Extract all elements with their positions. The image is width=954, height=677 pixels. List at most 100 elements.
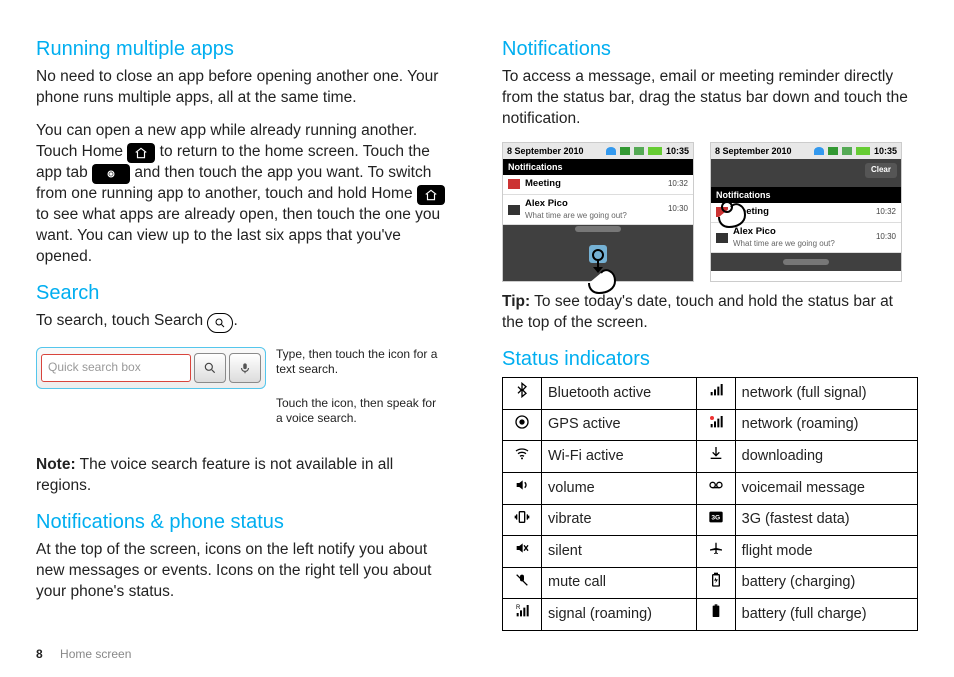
- drag-handle-icon[interactable]: [575, 226, 621, 232]
- tip-status-bar: Tip: To see today's date, touch and hold…: [502, 292, 918, 334]
- notif-subtext: What time are we going out?: [733, 239, 876, 250]
- status-time: 10:35: [874, 145, 897, 157]
- note-label: Note:: [36, 456, 76, 473]
- status-date: 8 September 2010: [715, 145, 792, 157]
- search-input[interactable]: Quick search box: [41, 354, 191, 382]
- shade-title: Notifications: [503, 159, 693, 175]
- flight-icon: [696, 536, 735, 568]
- notif-time: 10:30: [876, 232, 896, 243]
- drag-handle-icon[interactable]: [783, 259, 829, 265]
- left-column: Running multiple apps No need to close a…: [36, 30, 452, 657]
- tip-text: To see today's date, touch and hold the …: [502, 293, 893, 331]
- threeg-icon: 3G: [696, 504, 735, 536]
- volume-icon: [503, 473, 542, 505]
- status-date: 8 September 2010: [507, 145, 584, 157]
- notif-label: Alex Pico: [525, 198, 668, 211]
- search-box-illustration: Quick search box Type, then touch the ic…: [36, 347, 452, 445]
- mail-status-icon: [828, 147, 838, 155]
- mail-status-icon: [620, 147, 630, 155]
- bluetooth-icon: [503, 378, 542, 410]
- status-row: mute call battery (charging): [503, 567, 918, 599]
- calendar-icon: [508, 179, 520, 189]
- battery-icon: [856, 147, 870, 155]
- status-label: silent: [542, 536, 697, 568]
- status-label: battery (charging): [735, 567, 917, 599]
- status-row: silent flight mode: [503, 536, 918, 568]
- heading-notifications: Notifications: [502, 36, 918, 63]
- notification-meeting[interactable]: Meeting 10:32: [711, 203, 901, 223]
- status-label: Wi-Fi active: [542, 441, 697, 473]
- status-label: vibrate: [542, 504, 697, 536]
- para-running-2: You can open a new app while already run…: [36, 121, 452, 268]
- svg-text:3G: 3G: [711, 514, 720, 521]
- status-label: mute call: [542, 567, 697, 599]
- mail-icon: [508, 205, 520, 215]
- notif-label: Meeting: [525, 178, 668, 191]
- heading-notif-status: Notifications & phone status: [36, 509, 452, 536]
- status-row: Bluetooth active network (full signal): [503, 378, 918, 410]
- status-bar: 8 September 2010 10:35: [503, 143, 693, 159]
- notif-time: 10:32: [876, 207, 896, 218]
- status-label: battery (full charge): [735, 599, 917, 631]
- heading-search: Search: [36, 280, 452, 307]
- status-label: network (roaming): [735, 409, 917, 441]
- status-label: downloading: [735, 441, 917, 473]
- touch-gesture-icon: [713, 201, 753, 244]
- tip-label: Tip:: [502, 293, 530, 310]
- status-label: voicemail message: [735, 473, 917, 505]
- status-label: 3G (fastest data): [735, 504, 917, 536]
- right-column: Notifications To access a message, email…: [502, 30, 918, 657]
- voice-search-button[interactable]: [229, 353, 261, 383]
- status-label: flight mode: [735, 536, 917, 568]
- quick-search-box[interactable]: Quick search box: [36, 347, 266, 389]
- status-label: signal (roaming): [542, 599, 697, 631]
- para-search: To search, touch Search .: [36, 311, 452, 333]
- shade-handle-area[interactable]: [503, 225, 693, 281]
- home-icon: [417, 185, 445, 205]
- wifi-icon: [814, 147, 824, 155]
- svg-text:R: R: [516, 605, 521, 611]
- annotation-voice-search: Touch the icon, then speak for a voice s…: [276, 396, 446, 427]
- phone-screenshot-1: 8 September 2010 10:35 Notifications Mee…: [502, 142, 694, 283]
- status-bar: 8 September 2010 10:35: [711, 143, 901, 159]
- page-number: 8: [36, 647, 43, 661]
- home-icon: [127, 143, 155, 163]
- status-row: GPS activenetwork (roaming): [503, 409, 918, 441]
- signal-icon: [696, 378, 735, 410]
- signal-roam-icon: [696, 409, 735, 441]
- search-annotations: Type, then touch the icon for a text sea…: [276, 347, 446, 445]
- status-label: volume: [542, 473, 697, 505]
- clear-button[interactable]: Clear: [865, 163, 897, 178]
- phone-screenshots: 8 September 2010 10:35 Notifications Mee…: [502, 142, 918, 283]
- mute-icon: [503, 567, 542, 599]
- status-time: 10:35: [666, 145, 689, 157]
- note-voice-search: Note: The voice search feature is not av…: [36, 455, 452, 497]
- roam-sig-icon: R: [503, 599, 542, 631]
- notif-label: Meeting: [733, 206, 876, 219]
- bat-chg-icon: [696, 567, 735, 599]
- search-icon: [207, 313, 233, 333]
- voicemail-icon: [696, 473, 735, 505]
- silent-icon: [503, 536, 542, 568]
- status-row: vibrate 3G 3G (fastest data): [503, 504, 918, 536]
- signal-icon: [842, 147, 852, 155]
- gps-icon: [503, 409, 542, 441]
- notification-meeting[interactable]: Meeting 10:32: [503, 175, 693, 195]
- status-label: network (full signal): [735, 378, 917, 410]
- signal-icon: [634, 147, 644, 155]
- search-button[interactable]: [194, 353, 226, 383]
- text: .: [233, 312, 237, 329]
- heading-running-apps: Running multiple apps: [36, 36, 452, 63]
- wifi-icon: [606, 147, 616, 155]
- notification-message[interactable]: Alex Pico What time are we going out? 10…: [503, 195, 693, 226]
- text: to see what apps are already open, then …: [36, 206, 440, 265]
- para-running-1: No need to close an app before opening a…: [36, 67, 452, 109]
- status-row: Wi-Fi active downloading: [503, 441, 918, 473]
- footer-section: Home screen: [60, 647, 131, 661]
- notif-time: 10:32: [668, 179, 688, 190]
- para-notif-status: At the top of the screen, icons on the l…: [36, 540, 452, 603]
- notif-time: 10:30: [668, 204, 688, 215]
- status-label: Bluetooth active: [542, 378, 697, 410]
- bat-full-icon: [696, 599, 735, 631]
- notif-subtext: What time are we going out?: [525, 211, 668, 222]
